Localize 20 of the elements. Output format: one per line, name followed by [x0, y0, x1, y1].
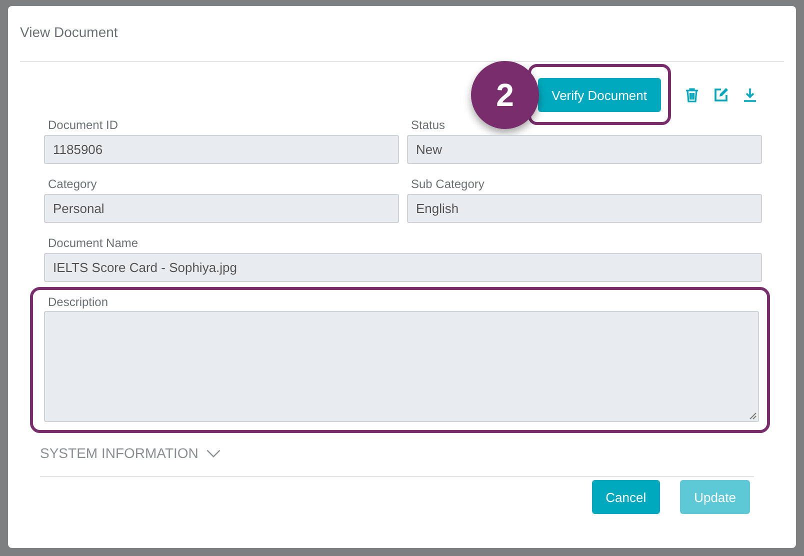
- description-field[interactable]: [44, 311, 759, 422]
- trash-icon[interactable]: [684, 86, 700, 102]
- input-field[interactable]: Personal: [44, 194, 399, 223]
- step-badge: 2: [471, 61, 539, 129]
- field-label: Description: [47, 295, 110, 309]
- field-label: Document Name: [47, 236, 140, 250]
- input-field[interactable]: New: [407, 135, 762, 164]
- edit-icon[interactable]: [713, 86, 729, 102]
- field-label: Sub Category: [410, 177, 486, 191]
- field-label: Document ID: [47, 118, 120, 132]
- chevron-icon: [206, 448, 222, 458]
- input-field[interactable]: 1185906: [44, 135, 399, 164]
- field-label: Category: [47, 177, 98, 191]
- system-information-toggle[interactable]: SYSTEM INFORMATION: [40, 445, 222, 461]
- input-field[interactable]: IELTS Score Card - Sophiya.jpg: [44, 253, 762, 282]
- resize-grip-icon[interactable]: [749, 412, 757, 420]
- download-icon[interactable]: [742, 86, 758, 102]
- dialog-title: View Document: [20, 24, 118, 40]
- field-label: Status: [410, 118, 446, 132]
- input-field[interactable]: English: [407, 194, 762, 223]
